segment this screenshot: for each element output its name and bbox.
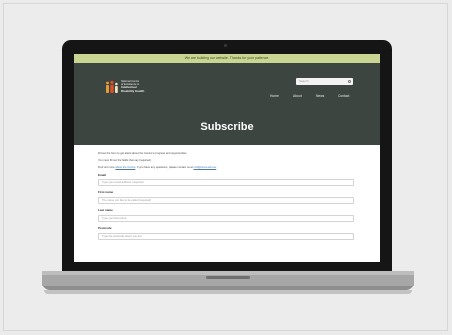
intro-line: You must fill out the fields that say (r… — [98, 159, 152, 162]
logo-line-bold: Disability Health — [121, 89, 145, 93]
intro-text: . If you have any questions, please cont… — [135, 166, 194, 169]
nav-item-about[interactable]: About — [293, 93, 302, 99]
laptop-base-shadow — [44, 290, 412, 294]
page-title: Subscribe — [200, 121, 254, 133]
intro-line: Fill out the form to get alerts about th… — [98, 152, 188, 155]
first-name-placeholder: The name you like to be called (required… — [102, 199, 151, 202]
laptop-base — [42, 271, 414, 290]
email-placeholder: Type your email address (required) — [102, 181, 144, 184]
postcode-placeholder: Type the postcode where you live — [102, 235, 142, 238]
logo-figures-icon — [106, 80, 118, 93]
email-label: Email — [98, 173, 107, 177]
first-name-label: First name — [98, 190, 114, 194]
laptop-screen: We are building our website. Thanks for … — [74, 54, 380, 262]
search-icon[interactable] — [348, 79, 351, 83]
postcode-label: Postcode — [98, 226, 112, 230]
email-link[interactable]: ncid@unsw.edu.au — [193, 166, 216, 169]
search-input[interactable]: Search — [296, 78, 353, 85]
laptop-lid: We are building our website. Thanks for … — [62, 40, 392, 271]
nav-item-news[interactable]: News — [316, 93, 324, 99]
search-placeholder: Search — [299, 79, 309, 83]
site-header: National Centre of Excellence in Intelle… — [74, 63, 380, 145]
last-name-label: Last name — [98, 208, 113, 212]
email-field[interactable]: Type your email address (required) — [98, 179, 354, 186]
last-name-field[interactable]: Type your last name — [98, 215, 354, 222]
site-logo[interactable]: National Centre of Excellence in Intelle… — [105, 79, 165, 97]
intro-text: Find out more — [98, 166, 116, 169]
nav-item-home[interactable]: Home — [270, 93, 279, 99]
postcode-field[interactable]: Type the postcode where you live — [98, 233, 354, 240]
webcam-icon — [224, 44, 227, 47]
nav-item-contact[interactable]: Contact — [338, 93, 349, 99]
trackpad-notch — [206, 276, 250, 279]
last-name-placeholder: Type your last name — [102, 217, 127, 220]
first-name-field[interactable]: The name you like to be called (required… — [98, 197, 354, 204]
about-link[interactable]: about the Centre — [115, 166, 135, 169]
intro-line: Find out more about the Centre. If you h… — [98, 166, 216, 170]
logo-wordmark: National Centre of Excellence in Intelle… — [121, 80, 144, 94]
site-banner: We are building our website. Thanks for … — [74, 54, 380, 63]
